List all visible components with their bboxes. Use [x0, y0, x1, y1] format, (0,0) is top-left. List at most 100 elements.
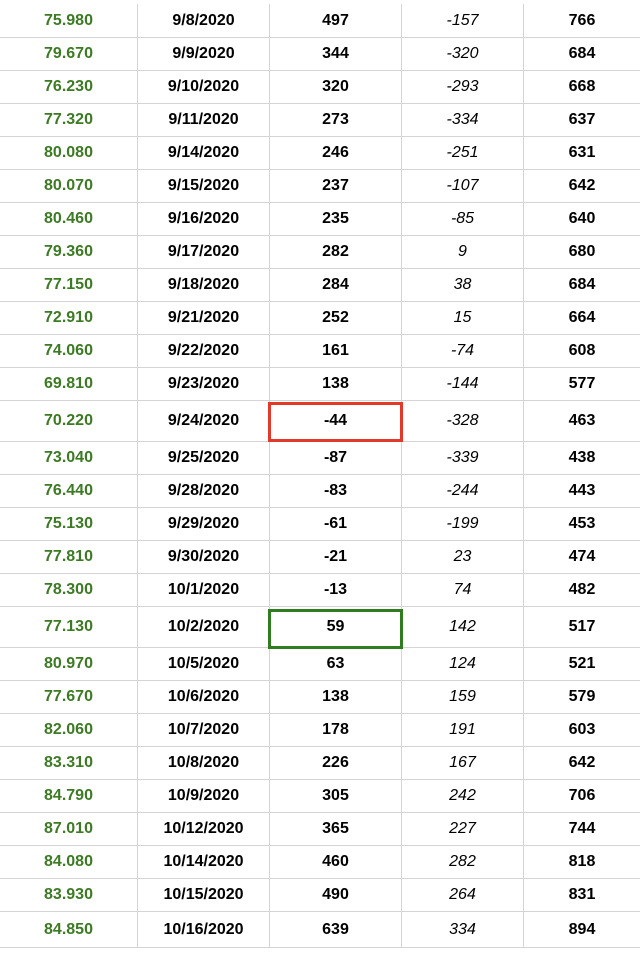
table-cell-col2[interactable]: 9/23/2020 [138, 368, 270, 400]
table-cell-col5[interactable]: 766 [524, 4, 640, 37]
table-cell-col5[interactable]: 608 [524, 335, 640, 367]
table-cell-col1[interactable]: 84.080 [0, 846, 138, 878]
table-cell-col4[interactable]: -334 [402, 104, 524, 136]
table-cell-col3[interactable]: -61 [270, 508, 402, 540]
table-cell-col4[interactable]: -157 [402, 4, 524, 37]
table-cell-col3[interactable]: 138 [270, 368, 402, 400]
table-cell-col4[interactable]: 191 [402, 714, 524, 746]
table-cell-col2[interactable]: 10/5/2020 [138, 648, 270, 680]
table-cell-col5[interactable]: 443 [524, 475, 640, 507]
table-cell-col5[interactable]: 521 [524, 648, 640, 680]
table-cell-col3[interactable]: 235 [270, 203, 402, 235]
table-cell-col1[interactable]: 87.010 [0, 813, 138, 845]
table-cell-col5[interactable]: 579 [524, 681, 640, 713]
table-cell-col4[interactable]: -199 [402, 508, 524, 540]
table-cell-col1[interactable]: 80.070 [0, 170, 138, 202]
table-cell-col3[interactable]: 178 [270, 714, 402, 746]
table-cell-col1[interactable]: 80.080 [0, 137, 138, 169]
table-cell-col3[interactable]: 282 [270, 236, 402, 268]
table-cell-col3[interactable]: 252 [270, 302, 402, 334]
table-cell-col5[interactable]: 818 [524, 846, 640, 878]
table-cell-col3[interactable]: -21 [270, 541, 402, 573]
table-cell-col2[interactable]: 9/28/2020 [138, 475, 270, 507]
table-cell-col3[interactable]: 226 [270, 747, 402, 779]
table-cell-col4[interactable]: -244 [402, 475, 524, 507]
table-cell-col5[interactable]: 577 [524, 368, 640, 400]
table-cell-col2[interactable]: 9/9/2020 [138, 38, 270, 70]
table-cell-col4[interactable]: -144 [402, 368, 524, 400]
table-cell-col3[interactable]: 497 [270, 4, 402, 37]
table-cell-col1[interactable]: 72.910 [0, 302, 138, 334]
table-cell-col4[interactable]: 159 [402, 681, 524, 713]
table-cell-col5[interactable]: 453 [524, 508, 640, 540]
table-cell-col5[interactable]: 603 [524, 714, 640, 746]
table-cell-col4[interactable]: 74 [402, 574, 524, 606]
table-cell-col4[interactable]: -85 [402, 203, 524, 235]
table-cell-col1[interactable]: 82.060 [0, 714, 138, 746]
table-cell-col1[interactable]: 77.150 [0, 269, 138, 301]
table-cell-col4[interactable]: -107 [402, 170, 524, 202]
table-cell-col4[interactable]: -251 [402, 137, 524, 169]
table-cell-col1[interactable]: 77.320 [0, 104, 138, 136]
table-cell-col1[interactable]: 79.360 [0, 236, 138, 268]
table-cell-col1[interactable]: 80.970 [0, 648, 138, 680]
table-cell-col1[interactable]: 75.980 [0, 4, 138, 37]
table-cell-col1[interactable]: 77.130 [0, 607, 138, 647]
table-cell-col5[interactable]: 482 [524, 574, 640, 606]
table-cell-col1[interactable]: 78.300 [0, 574, 138, 606]
table-cell-col1[interactable]: 70.220 [0, 401, 138, 441]
table-cell-col4[interactable]: -339 [402, 442, 524, 474]
table-cell-col3[interactable]: 344 [270, 38, 402, 70]
table-cell-col3[interactable]: 365 [270, 813, 402, 845]
table-cell-col1[interactable]: 83.930 [0, 879, 138, 911]
table-cell-col1[interactable]: 83.310 [0, 747, 138, 779]
table-cell-col2[interactable]: 10/1/2020 [138, 574, 270, 606]
table-cell-col2[interactable]: 9/11/2020 [138, 104, 270, 136]
table-cell-col5[interactable]: 517 [524, 607, 640, 647]
table-cell-col3[interactable]: -83 [270, 475, 402, 507]
table-cell-col1[interactable]: 73.040 [0, 442, 138, 474]
table-cell-col5[interactable]: 684 [524, 38, 640, 70]
table-cell-col3[interactable]: 284 [270, 269, 402, 301]
table-cell-col3[interactable]: 460 [270, 846, 402, 878]
table-cell-col4[interactable]: 142 [402, 607, 524, 647]
table-cell-col2[interactable]: 9/10/2020 [138, 71, 270, 103]
table-cell-col1[interactable]: 84.790 [0, 780, 138, 812]
table-cell-col5[interactable]: 744 [524, 813, 640, 845]
table-cell-col5[interactable]: 474 [524, 541, 640, 573]
table-cell-col2[interactable]: 10/16/2020 [138, 912, 270, 947]
table-cell-col1[interactable]: 84.850 [0, 912, 138, 947]
table-cell-col4[interactable]: -320 [402, 38, 524, 70]
table-cell-col2[interactable]: 10/15/2020 [138, 879, 270, 911]
table-cell-col5[interactable]: 637 [524, 104, 640, 136]
table-cell-col2[interactable]: 9/21/2020 [138, 302, 270, 334]
table-cell-col4[interactable]: 9 [402, 236, 524, 268]
table-cell-col5[interactable]: 706 [524, 780, 640, 812]
table-cell-col2[interactable]: 9/22/2020 [138, 335, 270, 367]
table-cell-col3[interactable]: 639 [270, 912, 402, 947]
table-cell-col3[interactable]: 59 [270, 607, 402, 647]
table-cell-col4[interactable]: -328 [402, 401, 524, 441]
table-cell-col1[interactable]: 75.130 [0, 508, 138, 540]
table-cell-col3[interactable]: 246 [270, 137, 402, 169]
table-cell-col1[interactable]: 74.060 [0, 335, 138, 367]
table-cell-col5[interactable]: 831 [524, 879, 640, 911]
table-cell-col2[interactable]: 10/8/2020 [138, 747, 270, 779]
table-cell-col4[interactable]: 334 [402, 912, 524, 947]
table-cell-col5[interactable]: 668 [524, 71, 640, 103]
table-cell-col2[interactable]: 9/8/2020 [138, 4, 270, 37]
table-cell-col1[interactable]: 80.460 [0, 203, 138, 235]
table-cell-col3[interactable]: 161 [270, 335, 402, 367]
table-cell-col2[interactable]: 9/16/2020 [138, 203, 270, 235]
table-cell-col5[interactable]: 438 [524, 442, 640, 474]
table-cell-col3[interactable]: 320 [270, 71, 402, 103]
table-cell-col1[interactable]: 77.810 [0, 541, 138, 573]
table-cell-col2[interactable]: 9/24/2020 [138, 401, 270, 441]
table-cell-col3[interactable]: 237 [270, 170, 402, 202]
table-cell-col4[interactable]: 38 [402, 269, 524, 301]
table-cell-col3[interactable]: 63 [270, 648, 402, 680]
table-cell-col5[interactable]: 680 [524, 236, 640, 268]
table-cell-col3[interactable]: 490 [270, 879, 402, 911]
table-cell-col5[interactable]: 642 [524, 170, 640, 202]
table-cell-col4[interactable]: 15 [402, 302, 524, 334]
